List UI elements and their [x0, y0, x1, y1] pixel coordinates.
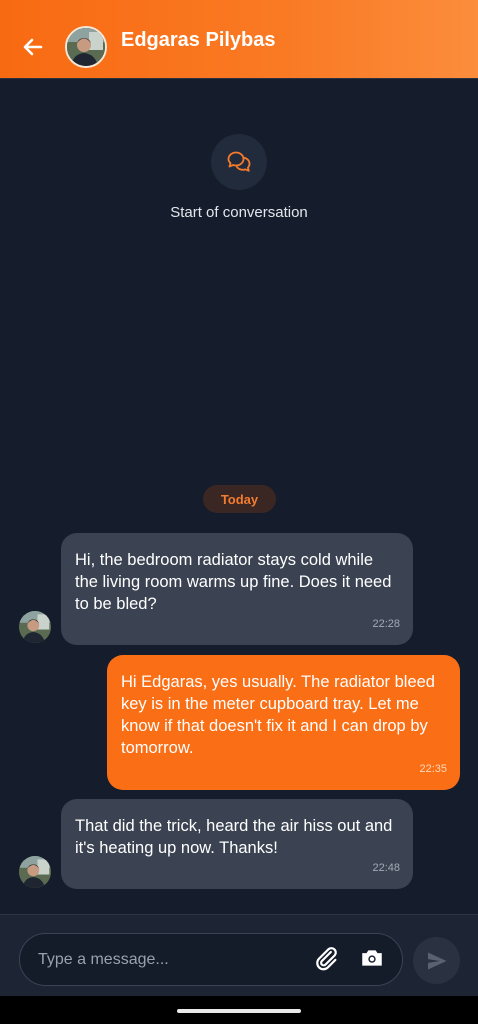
contact-avatar[interactable]: [65, 26, 107, 68]
home-indicator[interactable]: [177, 1009, 301, 1013]
send-icon: [427, 952, 446, 969]
paperclip-icon: [316, 947, 337, 971]
attach-button[interactable]: [313, 945, 339, 971]
camera-icon: [362, 950, 382, 966]
message-input-placeholder: Type a message...: [38, 951, 169, 968]
back-button[interactable]: [18, 32, 48, 62]
message-bubble-incoming[interactable]: Hi, the bedroom radiator stays cold whil…: [61, 533, 413, 645]
message-text: Hi Edgaras, yes usually. The radiator bl…: [121, 673, 435, 757]
message-text: That did the trick, heard the air hiss o…: [75, 817, 393, 857]
arrow-left-icon: [23, 38, 43, 56]
conversation-start-badge: [211, 134, 267, 190]
conversation-start-label: Start of conversation: [170, 204, 308, 221]
message-time: 22:48: [372, 862, 400, 874]
chat-bubbles-icon: [227, 151, 251, 172]
contact-name[interactable]: Edgaras Pilybas: [121, 29, 276, 52]
sender-avatar: [19, 611, 51, 643]
camera-button[interactable]: [359, 945, 385, 971]
sender-avatar: [19, 856, 51, 888]
message-time: 22:35: [419, 763, 447, 775]
chat-header: Edgaras Pilybas: [0, 0, 478, 79]
message-text: Hi, the bedroom radiator stays cold whil…: [75, 551, 392, 613]
message-bubble-incoming[interactable]: That did the trick, heard the air hiss o…: [61, 799, 413, 889]
message-bubble-outgoing[interactable]: Hi Edgaras, yes usually. The radiator bl…: [107, 655, 460, 790]
message-time: 22:28: [372, 618, 400, 630]
date-separator-badge: Today: [203, 485, 276, 513]
send-button[interactable]: [413, 937, 460, 984]
